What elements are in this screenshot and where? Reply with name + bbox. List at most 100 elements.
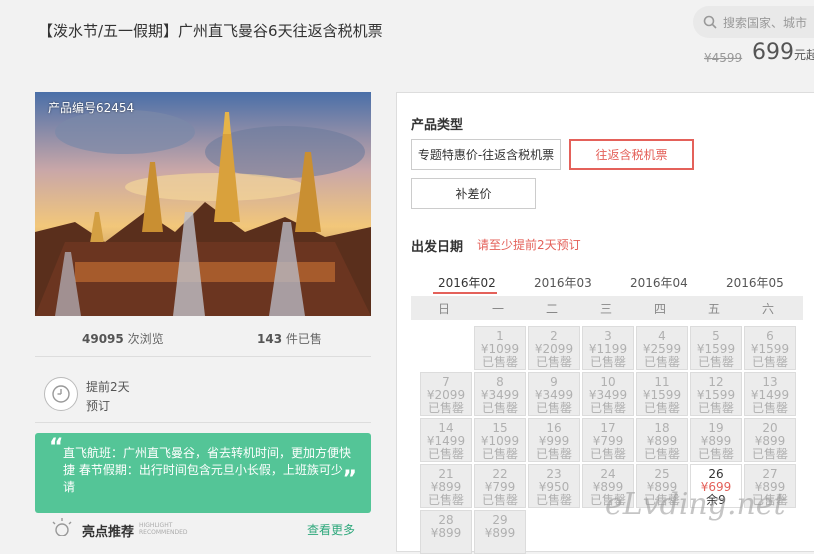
calendar-day: 21 ¥899 已售罄 bbox=[420, 464, 472, 508]
advance-booking-days: 提前2天 bbox=[86, 380, 130, 394]
calendar-day-status: 已售罄 bbox=[589, 355, 626, 369]
watermark: eLvding.net bbox=[605, 487, 786, 522]
views-label: 次浏览 bbox=[127, 332, 164, 346]
calendar-day: 19 ¥899 已售罄 bbox=[690, 418, 742, 462]
weekday-fri: 五 bbox=[707, 302, 720, 316]
calendar-day: 18 ¥899 已售罄 bbox=[636, 418, 688, 462]
calendar-day-price: ¥899 bbox=[430, 526, 462, 540]
sold-label: 件已售 bbox=[285, 332, 322, 346]
search-placeholder: 搜索国家、城市 bbox=[723, 15, 808, 30]
weekday-sun: 日 bbox=[437, 302, 450, 316]
highlights-text: 直飞航班：广州直飞曼谷，省去转机时间，更加方便快捷 春节假期：出行时间包含元旦小… bbox=[63, 446, 352, 494]
calendar-day-status: 已售罄 bbox=[427, 447, 464, 461]
clock-icon bbox=[44, 377, 78, 411]
calendar-day-status: 已售罄 bbox=[751, 355, 788, 369]
option-special-price[interactable]: 专题特惠价-往返含税机票 bbox=[411, 139, 561, 170]
calendar-day-status: 已售罄 bbox=[427, 401, 464, 415]
weekday-header: 日 一 二 三 四 五 六 bbox=[411, 296, 803, 320]
weekday-sat: 六 bbox=[761, 302, 774, 316]
departure-date-label: 出发日期 bbox=[411, 240, 464, 255]
calendar-day: 9 ¥3499 已售罄 bbox=[528, 372, 580, 416]
weekday-wed: 三 bbox=[599, 302, 612, 316]
calendar-day: 3 ¥1199 已售罄 bbox=[582, 326, 634, 370]
calendar-day: 5 ¥1599 已售罄 bbox=[690, 326, 742, 370]
product-image[interactable]: 产品编号62454 bbox=[35, 92, 371, 316]
calendar-day-status: 已售罄 bbox=[589, 401, 626, 415]
calendar-day-status: 已售罄 bbox=[697, 355, 734, 369]
option-roundtrip-ticket[interactable]: 往返含税机票 bbox=[569, 139, 694, 170]
price-value: 699 bbox=[752, 40, 794, 65]
views-count: 49095 bbox=[82, 332, 124, 346]
calendar-day-price: ¥899 bbox=[484, 526, 516, 540]
calendar-day-status: 已售罄 bbox=[427, 493, 464, 507]
calendar-day: 11 ¥1599 已售罄 bbox=[636, 372, 688, 416]
option-price-difference[interactable]: 补差价 bbox=[411, 178, 536, 209]
calendar-day-status: 已售罄 bbox=[643, 401, 680, 415]
calendar-day-status: 已售罄 bbox=[481, 355, 518, 369]
tab-month-2016-03[interactable]: 2016年03 bbox=[534, 274, 592, 291]
calendar-day: 16 ¥999 已售罄 bbox=[528, 418, 580, 462]
highlights-title-en-line1: HIGHLIGHT bbox=[139, 522, 173, 529]
calendar-day: 28 ¥899 bbox=[420, 510, 472, 554]
views-stat: 49095 次浏览 bbox=[82, 330, 164, 347]
search-input[interactable]: 搜索国家、城市 bbox=[693, 6, 814, 38]
quote-open-icon: “ bbox=[49, 435, 64, 460]
calendar-day: 17 ¥799 已售罄 bbox=[582, 418, 634, 462]
weekday-mon: 一 bbox=[491, 302, 504, 316]
price-unit: 元起 bbox=[794, 48, 814, 62]
calendar-day: 23 ¥950 已售罄 bbox=[528, 464, 580, 508]
calendar-day-status: 已售罄 bbox=[643, 355, 680, 369]
see-more-link[interactable]: 查看更多 bbox=[307, 521, 355, 538]
calendar-day-status: 已售罄 bbox=[697, 401, 734, 415]
calendar-day: 13 ¥1499 已售罄 bbox=[744, 372, 796, 416]
calendar-day: 20 ¥899 已售罄 bbox=[744, 418, 796, 462]
calendar-day-status: 已售罄 bbox=[643, 447, 680, 461]
advance-booking-note: 请至少提前2天预订 bbox=[477, 238, 581, 252]
original-price: ¥4599 bbox=[704, 51, 743, 65]
calendar-day: 29 ¥899 bbox=[474, 510, 526, 554]
page-title: 【泼水节/五一假期】广州直飞曼谷6天往返含税机票 bbox=[38, 22, 383, 40]
tab-month-2016-05[interactable]: 2016年05 bbox=[726, 274, 784, 291]
calendar-day: 6 ¥1599 已售罄 bbox=[744, 326, 796, 370]
calendar-day-status: 已售罄 bbox=[535, 493, 572, 507]
sold-stat: 143 件已售 bbox=[257, 330, 322, 347]
advance-booking-label: 预订 bbox=[86, 399, 111, 413]
temple-photo bbox=[35, 92, 371, 316]
calendar-day: 22 ¥799 已售罄 bbox=[474, 464, 526, 508]
lightbulb-icon bbox=[52, 518, 72, 536]
calendar-day-status: 已售罄 bbox=[535, 355, 572, 369]
calendar-day-status: 已售罄 bbox=[535, 447, 572, 461]
divider bbox=[35, 356, 371, 357]
highlights-title-en: HIGHLIGHT RECOMMENDED bbox=[139, 522, 188, 536]
calendar-day-status: 已售罄 bbox=[589, 447, 626, 461]
product-code: 产品编号62454 bbox=[48, 101, 135, 115]
tab-month-2016-04[interactable]: 2016年04 bbox=[630, 274, 688, 291]
highlights-box: “ 直飞航班：广州直飞曼谷，省去转机时间，更加方便快捷 春节假期：出行时间包含元… bbox=[35, 433, 371, 513]
active-month-indicator bbox=[433, 292, 497, 294]
calendar-day: 2 ¥2099 已售罄 bbox=[528, 326, 580, 370]
sold-count: 143 bbox=[257, 332, 283, 346]
calendar-day-status: 已售罄 bbox=[751, 447, 788, 461]
calendar-day: 15 ¥1099 已售罄 bbox=[474, 418, 526, 462]
calendar-day: 4 ¥2599 已售罄 bbox=[636, 326, 688, 370]
calendar-day: 10 ¥3499 已售罄 bbox=[582, 372, 634, 416]
calendar-day: 8 ¥3499 已售罄 bbox=[474, 372, 526, 416]
calendar-day-status: 已售罄 bbox=[481, 493, 518, 507]
weekday-thu: 四 bbox=[653, 302, 666, 316]
calendar-day: 7 ¥2099 已售罄 bbox=[420, 372, 472, 416]
search-icon bbox=[703, 15, 717, 29]
weekday-tue: 二 bbox=[545, 302, 558, 316]
current-price: 699元起 bbox=[752, 40, 814, 65]
calendar-day: 14 ¥1499 已售罄 bbox=[420, 418, 472, 462]
calendar-day: 12 ¥1599 已售罄 bbox=[690, 372, 742, 416]
tab-month-2016-02[interactable]: 2016年02 bbox=[438, 274, 496, 291]
highlights-title: 亮点推荐 bbox=[82, 525, 135, 540]
calendar-day: 1 ¥1099 已售罄 bbox=[474, 326, 526, 370]
highlights-title-en-line2: RECOMMENDED bbox=[139, 529, 188, 536]
calendar-day-status: 已售罄 bbox=[751, 401, 788, 415]
calendar-day-status: 已售罄 bbox=[697, 447, 734, 461]
calendar-day-status: 已售罄 bbox=[535, 401, 572, 415]
divider bbox=[35, 422, 371, 423]
calendar-day-status: 已售罄 bbox=[481, 401, 518, 415]
product-type-label: 产品类型 bbox=[411, 118, 464, 133]
